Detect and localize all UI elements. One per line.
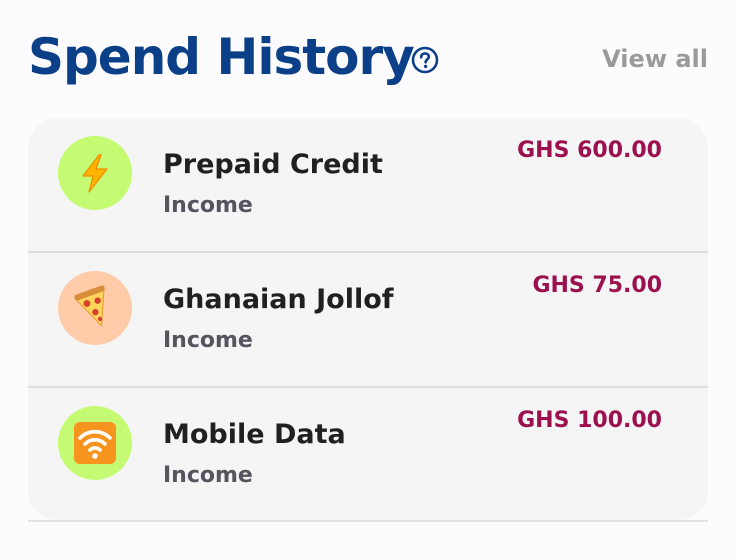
view-all-link[interactable]: View all <box>602 42 708 76</box>
wifi-icon <box>58 406 132 480</box>
spend-history-header: Spend History View all <box>28 22 708 92</box>
transaction-type: Income <box>163 193 253 218</box>
transaction-row[interactable]: Prepaid Credit Income GHS 600.00 <box>28 118 708 252</box>
pizza-icon <box>58 271 132 345</box>
transaction-row[interactable]: Mobile Data Income GHS 100.00 <box>28 388 708 520</box>
transaction-amount: GHS 600.00 <box>517 138 662 163</box>
transaction-amount: GHS 75.00 <box>532 273 662 298</box>
page-title: Spend History <box>28 28 415 86</box>
question-circle-icon[interactable] <box>411 46 439 74</box>
transaction-avatar <box>58 406 132 480</box>
transaction-avatar <box>58 271 132 345</box>
transaction-name: Mobile Data <box>163 419 346 450</box>
transaction-name: Ghanaian Jollof <box>163 284 394 315</box>
lightning-icon <box>58 136 132 210</box>
transaction-row[interactable]: Ghanaian Jollof Income GHS 75.00 <box>28 253 708 387</box>
transaction-type: Income <box>163 328 253 353</box>
transaction-amount: GHS 100.00 <box>517 408 662 433</box>
bottom-divider <box>28 520 708 522</box>
transaction-avatar <box>58 136 132 210</box>
transaction-name: Prepaid Credit <box>163 149 383 180</box>
transactions-card: Prepaid Credit Income GHS 600.00 Ghanaia… <box>28 118 708 520</box>
transaction-type: Income <box>163 463 253 488</box>
